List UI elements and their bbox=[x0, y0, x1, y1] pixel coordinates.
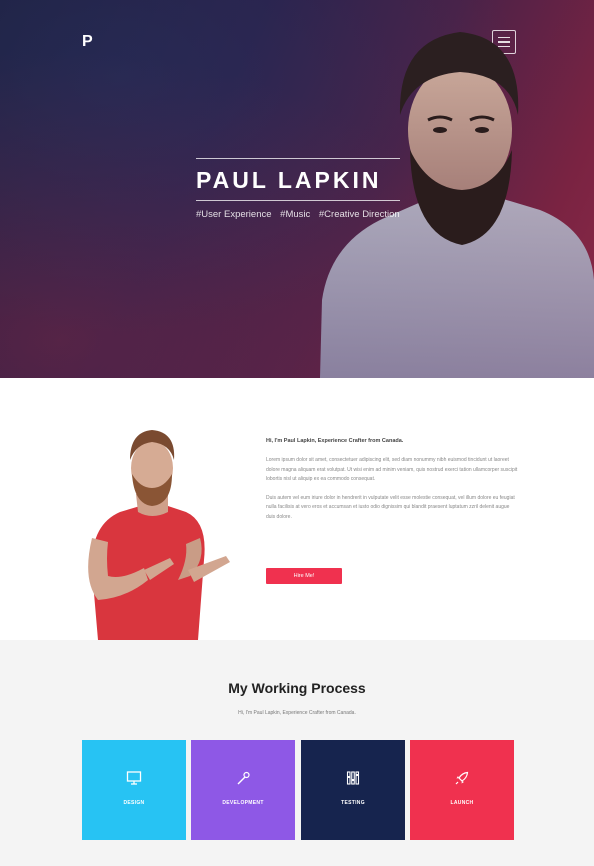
section-title: My Working Process bbox=[228, 680, 366, 696]
hero-tag: #User Experience bbox=[196, 209, 272, 220]
hero-section: P PAUL LAPKIN #User Experience #Music #C… bbox=[0, 0, 594, 378]
hire-me-button[interactable]: Hire Me! bbox=[266, 568, 342, 584]
process-section: My Working Process Hi, I'm Paul Lapkin, … bbox=[0, 640, 594, 866]
section-subtitle: Hi, I'm Paul Lapkin, Experience Crafter … bbox=[238, 710, 356, 716]
hero-title-block: PAUL LAPKIN bbox=[196, 158, 402, 201]
magic-wand-icon bbox=[237, 771, 250, 785]
about-section: Hi, I'm Paul Lapkin, Experience Crafter … bbox=[0, 378, 594, 640]
process-card-label: LAUNCH bbox=[450, 800, 474, 806]
hero-tags: #User Experience #Music #Creative Direct… bbox=[196, 209, 406, 220]
sliders-icon bbox=[346, 771, 360, 785]
hero-tag: #Creative Direction bbox=[318, 209, 400, 220]
rocket-icon bbox=[455, 771, 469, 785]
process-card-design[interactable]: DESIGN bbox=[82, 740, 186, 840]
process-card-launch[interactable]: LAUNCH bbox=[410, 740, 514, 840]
logo[interactable]: P bbox=[82, 34, 96, 50]
hero-name: PAUL LAPKIN bbox=[196, 167, 382, 193]
about-paragraph: Lorem ipsum dolor sit amet, consectetuer… bbox=[266, 457, 518, 482]
monitor-icon bbox=[126, 771, 142, 785]
about-paragraph: Duis autem vel eum iriure dolor in hendr… bbox=[266, 494, 515, 520]
divider bbox=[196, 200, 400, 201]
about-heading: Hi, I'm Paul Lapkin, Experience Crafter … bbox=[266, 438, 404, 444]
process-card-label: DEVELOPMENT bbox=[222, 800, 264, 806]
process-card-testing[interactable]: TESTING bbox=[301, 740, 405, 840]
process-card-label: DESIGN bbox=[123, 800, 145, 806]
about-text: Hi, I'm Paul Lapkin, Experience Crafter … bbox=[266, 438, 520, 531]
process-card-development[interactable]: DEVELOPMENT bbox=[191, 740, 295, 840]
hero-tag: #Music bbox=[280, 209, 311, 220]
about-photo-image bbox=[88, 430, 230, 640]
process-card-label: TESTING bbox=[341, 800, 365, 806]
